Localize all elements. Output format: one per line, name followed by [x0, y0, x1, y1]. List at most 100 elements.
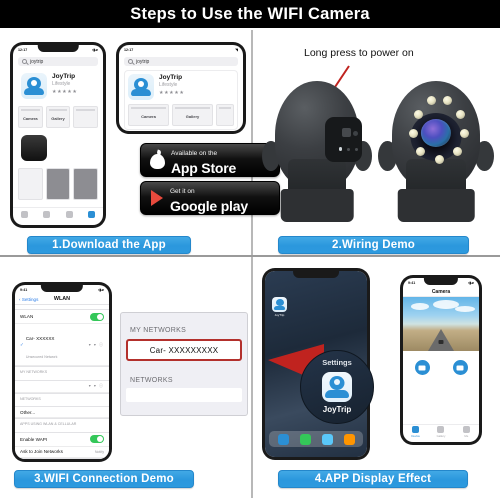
screenshot-thumb[interactable]	[18, 168, 43, 200]
screenshot-thumb[interactable]	[73, 168, 99, 200]
joytrip-home-icon[interactable]	[272, 297, 287, 312]
power-button	[342, 127, 352, 137]
callout-empty-row	[126, 388, 242, 402]
networks-callout-card: MY NETWORKS Car- XXXXXXXXX NETWORKS	[120, 312, 248, 416]
checkmark-icon: ✓	[20, 341, 24, 347]
status-location-icon: ◥	[235, 47, 238, 52]
wlan-toggle[interactable]	[90, 312, 104, 321]
joytrip-home-label: JoyTrip	[274, 313, 285, 317]
second-app-result-card[interactable]	[18, 132, 98, 164]
capture-photo-button[interactable]	[414, 360, 430, 375]
appstore-results-screen: 12:17 ▪▮▰ joytrip JoyTrip Lifestyle ★★★★…	[13, 45, 103, 225]
network-row[interactable]: ▾ ▾ ⓘ	[15, 381, 109, 393]
page-title: Steps to Use the WIFI Camera	[130, 4, 370, 23]
phone-appstore-search: 12:17 ◥ joytrip JoyTrip Lifestyle ★★★★★	[116, 42, 246, 134]
screenshot-thumb-2[interactable]: Camera	[128, 104, 169, 126]
enable-wapi-row[interactable]: Enable WAPI	[15, 433, 109, 447]
tab-gallery-label: Gallery	[436, 433, 446, 438]
screenshot-thumb[interactable]	[73, 106, 99, 128]
connected-network-row[interactable]: ✓ Car- XXXXXX Unsecured Network ▾ ▾ ⓘ	[15, 324, 109, 366]
magnifier-circle: Settings JoyTrip	[300, 350, 374, 424]
networks-header: NETWORKS	[20, 396, 41, 401]
tab-gallery[interactable]: Gallery	[428, 425, 453, 438]
magnified-joytrip-icon[interactable]	[322, 372, 352, 402]
screenshot-thumb[interactable]: Gallery	[45, 106, 71, 128]
ask-to-join-row[interactable]: Ask to Join Networks Notify	[15, 447, 109, 458]
app-name: JoyTrip	[52, 73, 76, 80]
status-icons-3: ▪▮▰	[97, 287, 104, 292]
tab-games[interactable]	[36, 208, 59, 221]
other-network-row[interactable]: Other...	[15, 407, 109, 418]
magnified-app-name: JoyTrip	[322, 405, 352, 414]
wlan-title: WLAN	[53, 296, 71, 302]
appstore-tabbar[interactable]	[13, 207, 103, 221]
signal-meta-icons: ▾ ▾ ⓘ	[88, 341, 104, 347]
live-video-view[interactable]	[403, 297, 479, 351]
tab-me[interactable]: Me	[454, 425, 479, 438]
phone-notch-5	[423, 278, 459, 285]
search-input-2[interactable]: joytrip	[124, 57, 238, 66]
back-button[interactable]: ‹ Settings	[19, 297, 38, 302]
highlighted-network-row[interactable]: Car- XXXXXXXXX	[126, 339, 242, 361]
tab-me-label: Me	[464, 433, 469, 438]
screenshot-label-3: Gallery	[185, 114, 200, 119]
rating-stars-2: ★★★★★	[159, 90, 185, 97]
app-name-2: JoyTrip	[159, 74, 183, 81]
callout-networks-header: NETWORKS	[130, 377, 173, 384]
magnifier-settings-label: Settings	[322, 358, 352, 367]
wlan-row-label: WLAN	[20, 314, 34, 319]
screenshot-thumb-2[interactable]: Gallery	[172, 104, 213, 126]
step-label-4: 4.APP Display Effect	[278, 470, 468, 488]
screenshot-thumb[interactable]: Camera	[18, 106, 43, 128]
tab-device[interactable]: Device	[403, 425, 428, 438]
screenshot-thumb-2[interactable]	[216, 104, 234, 126]
status-icons-4: ▪▮▰	[467, 280, 474, 285]
camera-lens	[420, 118, 452, 147]
camera-navbar: Camera	[403, 287, 479, 297]
my-networks-header: MY NETWORKS	[20, 370, 48, 374]
tab-apps[interactable]	[58, 208, 81, 221]
camera-app-tabbar[interactable]: Device Gallery Me	[403, 424, 479, 438]
phone-wlan-settings: 9:41 ▪▮▰ ‹ Settings WLAN WLAN ✓ Car- XXX…	[12, 282, 112, 462]
search-icon-2	[128, 59, 133, 64]
badge-small-text: Available on the	[171, 150, 218, 157]
second-app-icon	[21, 135, 47, 161]
app-result-card-2[interactable]: JoyTrip Lifestyle ★★★★★ Camera Gallery	[124, 70, 238, 130]
apple-logo-icon	[149, 150, 166, 170]
badge-small-text-2: Get it on	[170, 188, 195, 195]
phone-notch-3	[40, 285, 84, 292]
car-shape	[438, 340, 444, 344]
camera-front-view	[378, 72, 494, 222]
tab-today[interactable]	[13, 208, 36, 221]
screenshot-thumb[interactable]	[45, 168, 71, 200]
status-time-3: 9:41	[20, 287, 28, 292]
wlan-navbar: ‹ Settings WLAN	[15, 294, 109, 305]
ask-to-join-label: Ask to Join Networks	[20, 449, 63, 454]
home-dock[interactable]	[269, 431, 363, 447]
wlan-settings-screen: 9:41 ▪▮▰ ‹ Settings WLAN WLAN ✓ Car- XXX…	[15, 285, 109, 459]
search-value: joytrip	[30, 58, 44, 65]
app-result-card[interactable]: JoyTrip Lifestyle ★★★★★	[18, 70, 98, 102]
search-input[interactable]: joytrip	[18, 57, 98, 66]
camera-controls	[403, 351, 479, 375]
record-video-button[interactable]	[452, 360, 468, 375]
tab-search[interactable]	[81, 208, 104, 221]
status-time: 12:17	[18, 47, 28, 52]
search-value-2: joytrip	[136, 58, 150, 65]
enable-wapi-toggle[interactable]	[90, 435, 104, 443]
step-label-2: 2.Wiring Demo	[278, 236, 469, 254]
rating-stars: ★★★★★	[52, 89, 78, 96]
poster-root: Steps to Use the WIFI Camera 12:17 ▪▮▰ j…	[0, 0, 500, 500]
app-category-2: Lifestyle	[159, 82, 178, 89]
callout-my-networks-header: MY NETWORKS	[130, 327, 187, 334]
connected-ssid: Car- XXXXXX	[25, 335, 55, 341]
status-icons: ▪▮▰	[91, 47, 98, 52]
status-time-2: 12:17	[124, 47, 134, 52]
google-play-logo-icon	[149, 189, 165, 207]
wlan-toggle-row[interactable]: WLAN	[15, 310, 109, 324]
phone-notch	[37, 45, 79, 52]
app-screenshots: Camera Gallery	[18, 106, 99, 128]
step-label-3: 3.WIFI Connection Demo	[14, 470, 194, 488]
phone-camera-app: 9:41 ▪▮▰ Camera Device Gallery Me	[400, 275, 482, 445]
power-on-annotation: Long press to power on	[304, 47, 414, 59]
